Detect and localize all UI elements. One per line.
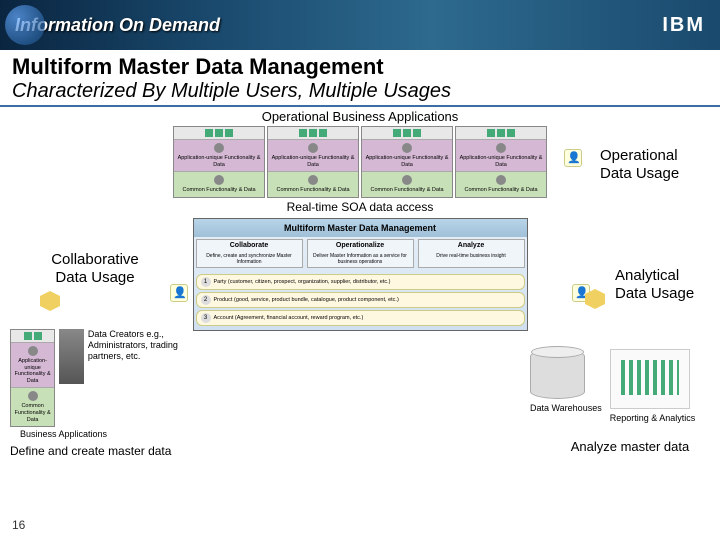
database-icon xyxy=(530,349,585,399)
analytical-label: Analytical Data Usage xyxy=(615,267,710,303)
gear-icon xyxy=(214,175,224,185)
mdm-row-product: 2Product (good, service, product bundle,… xyxy=(196,292,525,308)
user-icon xyxy=(564,149,582,167)
chart-placeholder xyxy=(610,349,690,409)
operational-label: Operational Data Usage xyxy=(600,147,700,183)
bottom-right-group: Data Warehouses Reporting & Analytics xyxy=(530,349,710,423)
app-box: Application-unique Functionality & Data … xyxy=(173,126,265,198)
define-label: Define and create master data xyxy=(10,444,210,458)
gear-icon xyxy=(214,143,224,153)
mdm-col-analyze: Analyze Drive real-time business insight xyxy=(418,239,525,268)
banner-title: Information On Demand xyxy=(15,15,220,36)
page-number: 16 xyxy=(12,518,25,532)
user-icon xyxy=(170,284,188,302)
hex-icon xyxy=(40,291,60,311)
mdm-title: Multiform Master Data Management xyxy=(194,219,527,237)
app-box: Application-unique Functionality & Data … xyxy=(455,126,547,198)
top-section-label: Operational Business Applications xyxy=(10,109,710,124)
business-apps-label: Business Applications xyxy=(20,429,210,440)
app-box: Application-unique Functionality & Data … xyxy=(361,126,453,198)
mdm-box: Multiform Master Data Management Collabo… xyxy=(193,218,528,331)
app-box: Application-unique Functionality & Data … xyxy=(267,126,359,198)
slide-title: Multiform Master Data Management xyxy=(0,50,720,80)
analyze-label: Analyze master data xyxy=(570,439,690,454)
collaborative-label: Collaborative Data Usage xyxy=(35,251,155,287)
app-icon-row xyxy=(174,127,264,139)
top-banner: Information On Demand IBM xyxy=(0,0,720,50)
ibm-logo: IBM xyxy=(662,14,705,37)
app-common-cell: Common Functionality & Data xyxy=(174,171,264,197)
mdm-row-account: 3Account (Agreement, financial account, … xyxy=(196,310,525,326)
globe-graphic xyxy=(5,5,45,45)
slide-subtitle: Characterized By Multiple Users, Multipl… xyxy=(0,80,720,107)
app-box-small: Application-unique Functionality & Data … xyxy=(10,329,55,427)
mdm-col-collaborate: Collaborate Define, create and synchroni… xyxy=(196,239,303,268)
soa-label: Real-time SOA data access xyxy=(10,200,710,214)
app-unique-cell: Application-unique Functionality & Data xyxy=(174,139,264,171)
mdm-row-party: 1Party (customer, citizen, prospect, org… xyxy=(196,274,525,290)
mdm-col-operationalize: Operationalize Deliver Master Informatio… xyxy=(307,239,414,268)
dw-label: Data Warehouses xyxy=(530,403,602,413)
person-photo xyxy=(59,329,84,384)
bottom-left-group: Application-unique Functionality & Data … xyxy=(10,329,210,458)
reporting-label: Reporting & Analytics xyxy=(610,413,696,423)
data-creators-text: Data Creators e.g., Administrators, trad… xyxy=(88,329,210,384)
